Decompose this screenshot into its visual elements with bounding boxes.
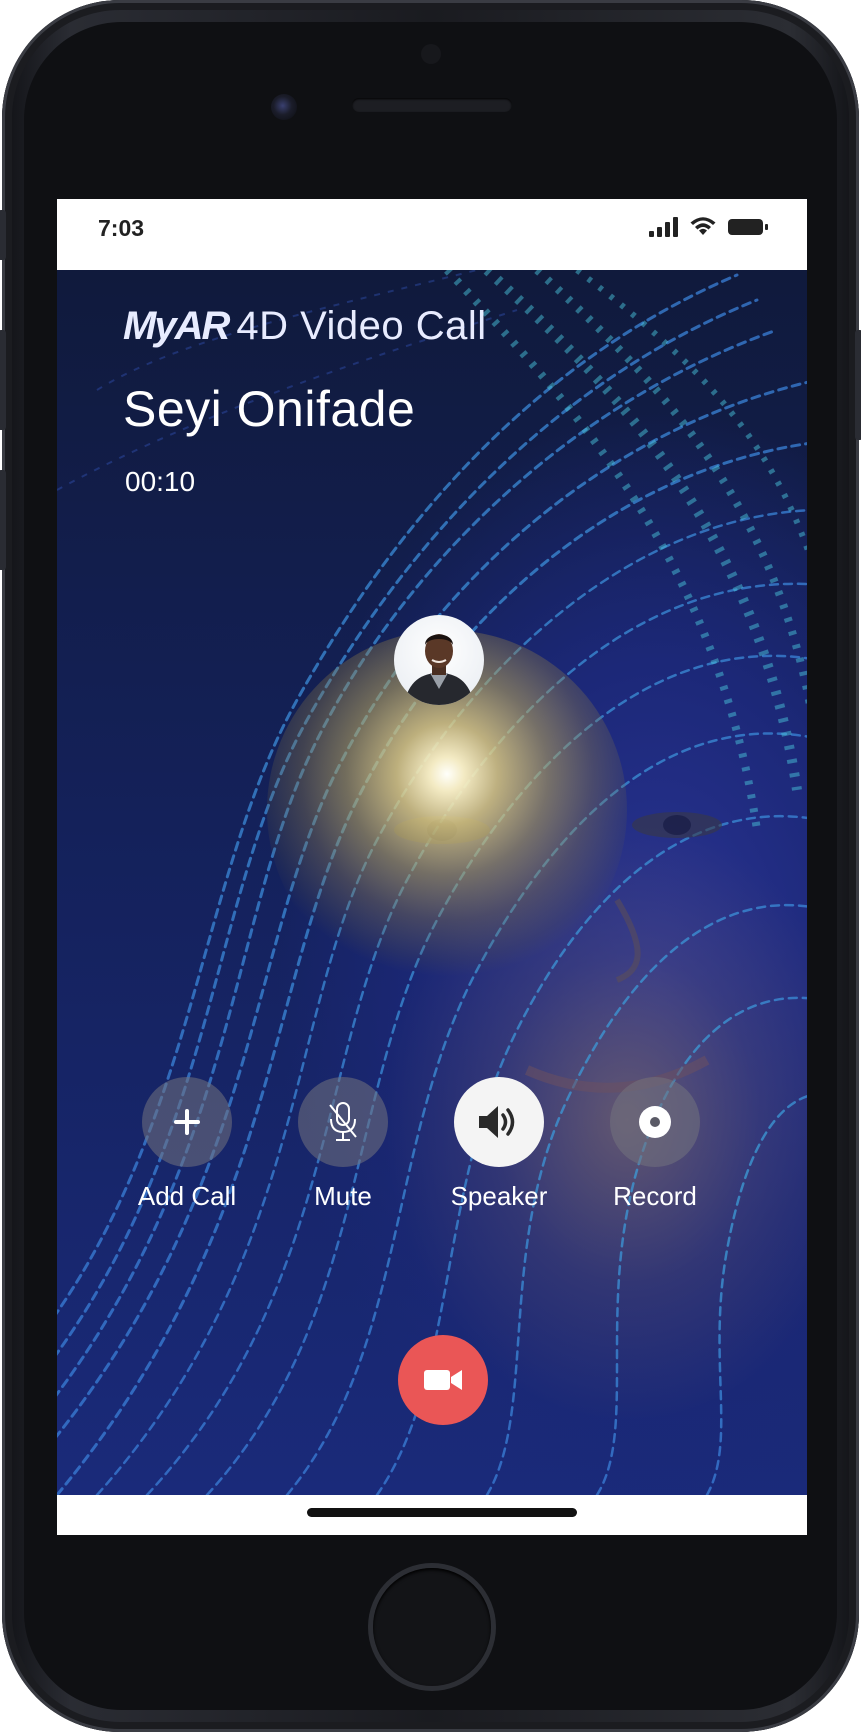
add-call-label: Add Call: [137, 1181, 237, 1211]
volume-down-button: [0, 470, 6, 570]
video-call-view: MyAR 4D Video Call Seyi Onifade 00:10 Ad…: [57, 270, 807, 1495]
wifi-icon: [690, 217, 716, 235]
mic-off-icon: [329, 1102, 357, 1141]
battery-icon: [728, 219, 768, 235]
speaker-icon: [479, 1106, 515, 1138]
mute-button[interactable]: Mute: [268, 1077, 418, 1212]
app-brand: MyAR 4D Video Call: [123, 304, 487, 349]
brand-title: 4D Video Call: [236, 304, 487, 348]
record-label: Record: [613, 1181, 697, 1211]
add-call-button[interactable]: Add Call: [112, 1077, 262, 1212]
speaker-button[interactable]: Speaker: [424, 1077, 574, 1212]
caller-avatar[interactable]: [394, 615, 484, 705]
front-camera: [271, 94, 297, 120]
record-circle[interactable]: [610, 1077, 700, 1167]
call-timer: 00:10: [125, 466, 196, 497]
mute-circle[interactable]: [298, 1077, 388, 1167]
speaker-circle[interactable]: [454, 1077, 544, 1167]
video-camera-icon: [424, 1370, 462, 1390]
plus-icon: [174, 1109, 200, 1135]
proximity-sensor: [421, 44, 441, 64]
add-call-circle[interactable]: [142, 1077, 232, 1167]
status-bar: 7:03: [57, 199, 807, 270]
home-indicator[interactable]: [307, 1508, 577, 1517]
end-video-call-button[interactable]: [398, 1335, 488, 1425]
mute-label: Mute: [314, 1181, 372, 1211]
home-button[interactable]: [373, 1568, 491, 1686]
mute-switch: [0, 210, 6, 260]
record-button[interactable]: Record: [580, 1077, 730, 1212]
record-icon: [639, 1106, 671, 1138]
status-time: 7:03: [98, 215, 145, 241]
home-indicator-bar: [57, 1495, 807, 1535]
power-button: [855, 330, 861, 440]
earpiece-speaker: [352, 98, 512, 112]
status-icons: [649, 217, 769, 237]
phone-frame: 7:03 MyAR 4D Video Call Seyi Onifade 00:…: [0, 0, 861, 1732]
brand-logo: MyAR: [123, 304, 230, 348]
cellular-signal-icon: [649, 217, 678, 237]
volume-up-button: [0, 330, 6, 430]
phone-screen: 7:03 MyAR 4D Video Call Seyi Onifade 00:…: [57, 199, 807, 1535]
caller-name: Seyi Onifade: [123, 381, 416, 437]
call-controls: Add Call Mute Speaker Record: [122, 1077, 742, 1227]
speaker-label: Speaker: [450, 1181, 548, 1211]
avatar-photo: [404, 634, 474, 705]
